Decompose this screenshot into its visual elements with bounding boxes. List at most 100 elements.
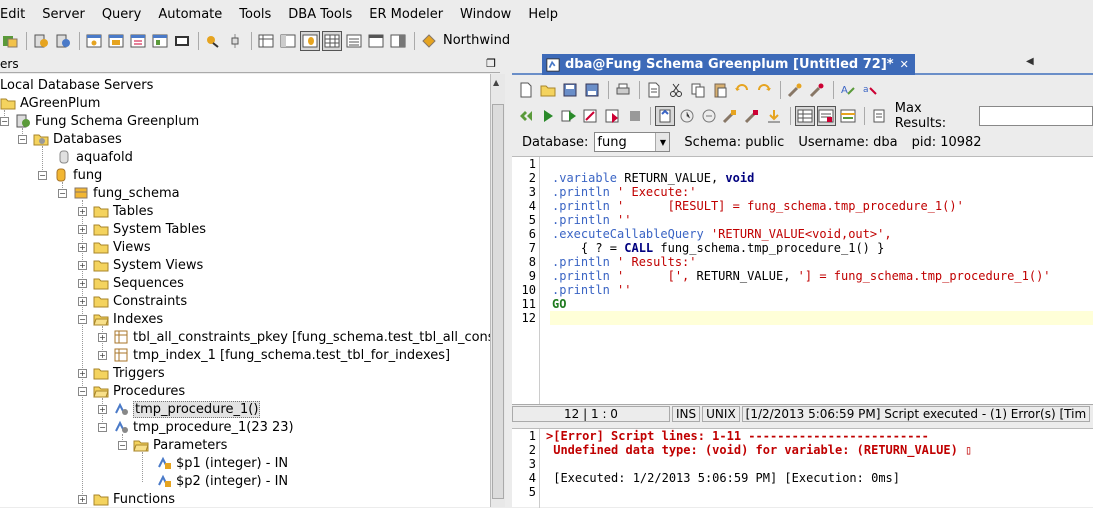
grid-results-icon[interactable]	[794, 106, 815, 126]
tree-node-db-fung[interactable]: − fung	[38, 166, 102, 184]
tree-node-system-views[interactable]: + System Views	[78, 256, 203, 274]
menu-automate[interactable]: Automate	[150, 7, 231, 22]
layout-icon[interactable]	[278, 31, 298, 51]
execute-current-icon[interactable]	[559, 106, 579, 126]
clear-results-icon[interactable]	[869, 106, 889, 126]
window-icon[interactable]	[366, 31, 386, 51]
connection-icon[interactable]	[419, 31, 439, 51]
save-as-icon[interactable]	[582, 80, 602, 100]
case-icon[interactable]: a	[860, 80, 880, 100]
expand-icon[interactable]: +	[78, 368, 87, 378]
database-view-icon[interactable]	[300, 30, 320, 51]
tree-node-functions[interactable]: + Functions	[78, 490, 175, 507]
tree-node-parameters[interactable]: − Parameters	[118, 436, 227, 454]
execute-all-icon[interactable]	[516, 106, 536, 126]
execute-script-icon[interactable]	[603, 106, 623, 126]
cut-icon[interactable]	[666, 80, 686, 100]
find-icon[interactable]	[785, 80, 805, 100]
table-data-editor-icon[interactable]	[128, 31, 148, 51]
commit-icon[interactable]	[677, 106, 697, 126]
connect-icon[interactable]	[0, 31, 20, 51]
tree-node-indexes[interactable]: − Indexes	[78, 310, 163, 328]
query-window-icon[interactable]	[84, 31, 104, 51]
format-icon[interactable]: A	[838, 80, 858, 100]
auto-commit-icon[interactable]	[655, 106, 676, 126]
menu-er-modeler[interactable]: ER Modeler	[361, 7, 452, 22]
server-icon[interactable]	[31, 31, 51, 51]
undo-icon[interactable]	[732, 80, 752, 100]
replace-icon[interactable]	[807, 80, 827, 100]
database-select[interactable]: fung ▼	[594, 132, 671, 152]
menu-server[interactable]: Server	[34, 7, 94, 22]
collapse-icon[interactable]: −	[18, 134, 27, 144]
expand-icon[interactable]: +	[98, 404, 107, 414]
collapse-icon[interactable]: −	[118, 440, 127, 450]
server-properties-icon[interactable]	[53, 31, 73, 51]
restore-icon[interactable]: ❐	[486, 57, 496, 70]
tree-node-index-2[interactable]: + tmp_index_1 [fung_schema.test_tbl_for_…	[98, 346, 450, 364]
tree-scrollbar[interactable]: ▲	[490, 74, 505, 507]
paste-icon[interactable]	[710, 80, 730, 100]
print-icon[interactable]	[613, 80, 633, 100]
schema-browser-icon[interactable]	[150, 31, 170, 51]
grid-view-icon[interactable]	[322, 30, 342, 51]
expand-icon[interactable]: +	[78, 242, 87, 252]
collapse-icon[interactable]: −	[78, 386, 87, 396]
tree-node-views[interactable]: + Views	[78, 238, 151, 256]
results-options-icon[interactable]	[838, 106, 858, 126]
collapse-icon[interactable]: −	[38, 170, 47, 180]
bookmark-icon[interactable]	[721, 106, 741, 126]
menu-help[interactable]: Help	[520, 7, 567, 22]
tree-node-procedure-1[interactable]: + tmp_procedure_1()	[98, 400, 261, 418]
rollback-icon[interactable]	[699, 106, 719, 126]
tree-node-system-tables[interactable]: + System Tables	[78, 220, 206, 238]
scroll-thumb[interactable]	[492, 104, 504, 499]
expand-icon[interactable]: +	[78, 278, 87, 288]
tree-node-schema[interactable]: − fung_schema	[58, 184, 180, 202]
tree-node-connection[interactable]: − Fung Schema Greenplum	[0, 112, 199, 130]
list-view-icon[interactable]	[344, 31, 364, 51]
expand-icon[interactable]: +	[78, 206, 87, 216]
panel-splitter[interactable]	[505, 55, 512, 507]
collapse-icon[interactable]: −	[98, 422, 107, 432]
collapse-icon[interactable]: −	[58, 188, 67, 198]
tree-node-index-1[interactable]: + tbl_all_constraints_pkey [fung_schema.…	[98, 328, 490, 346]
expand-icon[interactable]: +	[78, 296, 87, 306]
page-setup-icon[interactable]	[644, 80, 664, 100]
import-icon[interactable]	[764, 106, 784, 126]
tab-query-editor[interactable]: dba@Fung Schema Greenplum [Untitled 72]*…	[542, 54, 915, 75]
tree-node-triggers[interactable]: + Triggers	[78, 364, 165, 382]
history-query-icon[interactable]	[742, 106, 762, 126]
connection-label[interactable]: Northwind	[443, 33, 510, 48]
compare-icon[interactable]	[203, 31, 223, 51]
expand-icon[interactable]: +	[78, 494, 87, 504]
expand-icon[interactable]: +	[78, 224, 87, 234]
execute-explain-icon[interactable]	[581, 106, 601, 126]
save-icon[interactable]	[560, 80, 580, 100]
collapse-icon[interactable]: −	[0, 116, 9, 126]
open-file-icon[interactable]	[538, 80, 558, 100]
expand-icon[interactable]: +	[78, 260, 87, 270]
menu-tools[interactable]: Tools	[231, 7, 280, 22]
tree-node-param-1[interactable]: $p1 (integer) - IN	[156, 454, 288, 472]
menu-edit[interactable]: Edit	[0, 7, 34, 22]
new-file-icon[interactable]	[516, 80, 536, 100]
tree-node-procedures[interactable]: − Procedures	[78, 382, 185, 400]
expand-icon[interactable]: +	[98, 332, 107, 342]
tree-node-procedure-2[interactable]: − tmp_procedure_1(23 23)	[98, 418, 294, 436]
expand-icon[interactable]: +	[98, 350, 107, 360]
tree-node-constraints[interactable]: + Constraints	[78, 292, 187, 310]
tree-node-databases[interactable]: − Databases	[18, 130, 122, 148]
tab-list-icon[interactable]: ◀	[1026, 56, 1034, 67]
tree-node-sequences[interactable]: + Sequences	[78, 274, 184, 292]
redo-icon[interactable]	[754, 80, 774, 100]
tree-node-server[interactable]: AGreenPlum	[0, 94, 100, 112]
menu-query[interactable]: Query	[94, 7, 151, 22]
scroll-up-icon[interactable]: ▲	[493, 78, 499, 87]
tree-node-param-2[interactable]: $p2 (integer) - IN	[156, 472, 288, 490]
er-diagram-icon[interactable]	[172, 31, 192, 51]
editor-code[interactable]: .variable RETURN_VALUE, void .println ' …	[550, 157, 1093, 325]
text-results-icon[interactable]	[816, 106, 837, 126]
query-builder-icon[interactable]	[106, 31, 126, 51]
history-icon[interactable]	[225, 31, 245, 51]
